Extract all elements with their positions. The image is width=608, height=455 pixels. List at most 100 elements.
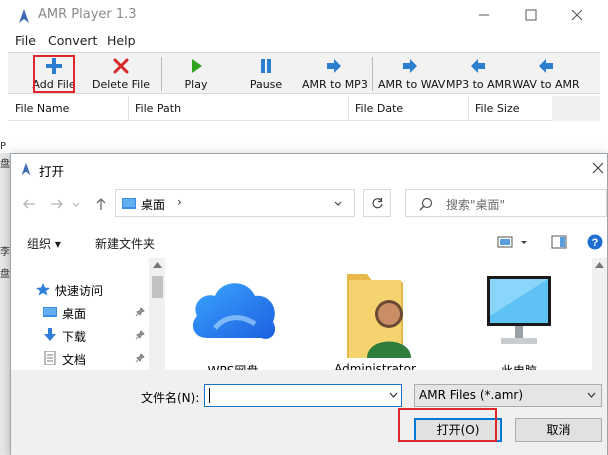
minimize-icon[interactable] (474, 5, 494, 25)
filename-label: 文件名(N): (141, 391, 200, 405)
address-current-folder[interactable]: 桌面 (141, 196, 165, 213)
maximize-icon[interactable] (521, 5, 541, 25)
menu-file[interactable]: File (15, 33, 36, 48)
toolbar-separator (161, 57, 162, 91)
nav-item-documents[interactable]: 文档 (11, 347, 149, 369)
open-button-highlight (398, 408, 497, 442)
wav-to-amr-label: WAV to AMR (512, 78, 580, 91)
view-options-icon[interactable] (497, 235, 513, 249)
up-arrow-icon[interactable] (93, 196, 109, 212)
nav-item-downloads[interactable]: 下载 (11, 324, 149, 346)
nav-item-label: 文档 (62, 353, 87, 367)
background-window-edge: P 盘 李 盘 (0, 141, 10, 455)
refresh-button[interactable] (363, 189, 391, 217)
desktop-folder-icon (43, 307, 57, 317)
amr-to-mp3-label: AMR to MP3 (302, 78, 368, 91)
pin-icon (135, 330, 145, 340)
filetype-select[interactable]: AMR Files (*.amr) (414, 384, 602, 407)
computer-icon (487, 276, 551, 344)
pin-icon (135, 307, 145, 317)
new-folder-button[interactable]: 新建文件夹 (95, 235, 155, 252)
menu-help[interactable]: Help (107, 33, 136, 48)
navigation-pane: 快速访问 桌面 下载 文档 (11, 258, 166, 370)
address-bar[interactable]: 桌面 › (115, 189, 355, 217)
list-header-filler (552, 96, 600, 121)
chevron-down-icon[interactable] (587, 392, 596, 399)
file-item-administrator[interactable]: Administrator (325, 266, 425, 376)
chevron-down-icon[interactable] (333, 199, 343, 209)
search-input[interactable]: 搜索"桌面" (405, 189, 607, 217)
edge-fragment: P (0, 141, 7, 152)
cancel-button[interactable]: 取消 (515, 418, 602, 442)
file-item-wps-cloud[interactable]: WPS网盘 (183, 266, 283, 378)
menu-convert[interactable]: Convert (48, 33, 97, 48)
forward-arrow-icon[interactable] (49, 196, 65, 212)
search-icon (419, 197, 433, 211)
file-item-this-pc[interactable]: 此电脑 (469, 266, 569, 378)
user-folder-icon (347, 274, 411, 358)
close-icon[interactable] (591, 161, 605, 175)
scroll-up-icon[interactable] (153, 262, 162, 268)
pause-button[interactable]: Pause (240, 53, 292, 95)
arrow-right-icon (403, 59, 417, 73)
open-file-dialog: 打开 桌面 › 搜索"桌面" 组织 ▾ 新建文件夹 ? 快速访问 桌面 下载 文… (10, 153, 608, 455)
arrow-left-icon (539, 59, 553, 73)
filename-input[interactable] (204, 384, 402, 407)
column-divider (348, 96, 349, 121)
arrow-left-icon (471, 59, 485, 73)
column-file-name[interactable]: File Name (15, 102, 69, 115)
amr-to-mp3-button[interactable]: AMR to MP3 (302, 53, 368, 95)
play-label: Play (184, 78, 208, 91)
edge-fragment: 盘 (0, 269, 10, 280)
star-icon (36, 283, 50, 296)
preview-pane-icon[interactable] (551, 235, 567, 249)
organize-menu[interactable]: 组织 ▾ (27, 235, 61, 252)
add-file-highlight (33, 55, 75, 93)
close-icon[interactable] (567, 5, 587, 25)
nav-quick-access[interactable]: 快速访问 (11, 278, 149, 300)
pause-icon (261, 59, 271, 73)
amr-to-wav-button[interactable]: AMR to WAV (378, 53, 445, 95)
command-bar: 组织 ▾ 新建文件夹 ? (11, 227, 607, 257)
chevron-down-icon[interactable] (389, 392, 398, 399)
pin-icon (135, 353, 145, 363)
column-divider (128, 96, 129, 121)
dialog-title: 打开 (39, 164, 65, 179)
svg-text:?: ? (592, 237, 599, 249)
scroll-up-icon[interactable] (595, 262, 604, 268)
delete-file-button[interactable]: Delete File (92, 53, 150, 95)
file-list-header: File Name File Path File Date File Size (8, 96, 552, 121)
cloud-icon (192, 283, 276, 339)
file-view-scrollbar[interactable] (592, 258, 607, 370)
column-file-path[interactable]: File Path (135, 102, 181, 115)
text-caret (209, 388, 210, 403)
arrow-right-icon (327, 59, 341, 73)
delete-file-label: Delete File (92, 78, 151, 91)
toolbar: Add File Delete File Play Pause AMR to M… (8, 52, 600, 94)
mp3-to-amr-button[interactable]: MP3 to AMR (446, 53, 512, 95)
wav-to-amr-button[interactable]: WAV to AMR (512, 53, 580, 95)
file-view: WPS网盘 Administrator 此电脑 (165, 258, 607, 378)
nav-item-label: 下载 (62, 330, 87, 344)
toolbar-separator (372, 57, 373, 91)
column-divider (468, 96, 469, 121)
filetype-value: AMR Files (*.amr) (419, 388, 524, 402)
play-button[interactable]: Play (172, 53, 220, 95)
column-file-date[interactable]: File Date (355, 102, 403, 115)
back-arrow-icon[interactable] (21, 196, 37, 212)
recent-dropdown-icon[interactable] (71, 196, 81, 212)
search-placeholder: 搜索"桌面" (446, 198, 506, 212)
column-file-size[interactable]: File Size (475, 102, 519, 115)
pause-label: Pause (249, 78, 283, 91)
nav-item-desktop[interactable]: 桌面 (11, 301, 149, 323)
app-logo-icon (21, 162, 31, 176)
chevron-down-icon[interactable] (519, 235, 529, 249)
scrollbar-thumb[interactable] (152, 276, 163, 298)
dialog-footer: 文件名(N): AMR Files (*.amr) 打开(O) 取消 (11, 370, 607, 455)
breadcrumb-separator[interactable]: › (177, 195, 182, 209)
nav-scrollbar[interactable] (149, 258, 166, 370)
delete-x-icon (113, 58, 129, 74)
help-icon[interactable]: ? (587, 234, 603, 250)
dialog-title-bar: 打开 (11, 154, 607, 184)
mp3-to-amr-label: MP3 to AMR (446, 78, 512, 91)
